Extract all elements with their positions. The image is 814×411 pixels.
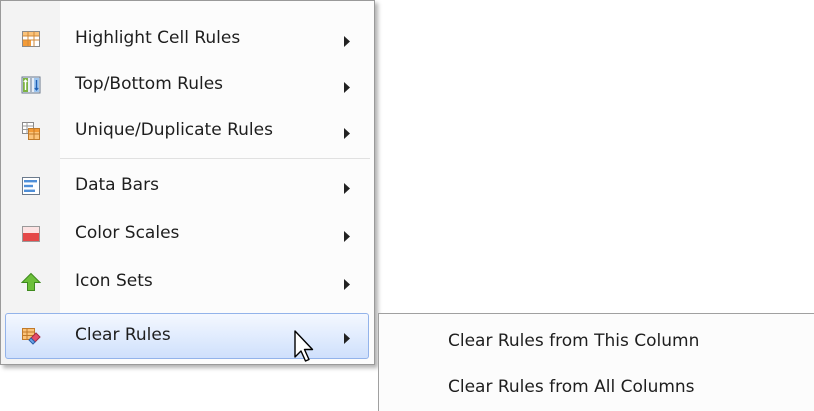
unique-duplicate-icon	[21, 121, 41, 141]
submenu-arrow-icon	[343, 275, 351, 295]
menu-item-label: Top/Bottom Rules	[75, 74, 224, 94]
menu-item-unique-duplicate-rules[interactable]: Unique/Duplicate Rules	[5, 108, 369, 154]
submenu-arrow-icon	[343, 78, 351, 98]
menu-separator	[60, 158, 370, 159]
menu-item-label: Color Scales	[75, 223, 180, 243]
menu-item-label: Data Bars	[75, 175, 159, 195]
clear-rules-submenu: Clear Rules from This Column Clear Rules…	[378, 313, 814, 411]
menu-item-icon-sets[interactable]: Icon Sets	[5, 259, 369, 305]
menu-item-label: Highlight Cell Rules	[75, 28, 241, 48]
submenu-arrow-icon	[343, 179, 351, 199]
icon-sets-icon	[21, 272, 41, 292]
submenu-arrow-icon	[343, 32, 351, 52]
menu-item-label: Clear Rules	[75, 325, 171, 345]
data-bars-icon	[21, 176, 41, 196]
menu-item-color-scales[interactable]: Color Scales	[5, 211, 369, 257]
menu-item-top-bottom-rules[interactable]: Top/Bottom Rules	[5, 62, 369, 108]
submenu-arrow-icon	[343, 124, 351, 144]
submenu-item-label: Clear Rules from All Columns	[448, 377, 695, 397]
top-bottom-icon	[21, 75, 41, 95]
highlight-cells-icon	[21, 29, 41, 49]
submenu-item-clear-all-columns[interactable]: Clear Rules from All Columns	[379, 365, 813, 411]
color-scales-icon	[21, 224, 41, 244]
menu-item-data-bars[interactable]: Data Bars	[5, 163, 369, 209]
menu-item-label: Icon Sets	[75, 271, 153, 291]
submenu-item-label: Clear Rules from This Column	[448, 331, 700, 351]
menu-item-highlight-cell-rules[interactable]: Highlight Cell Rules	[5, 16, 369, 62]
clear-rules-icon	[21, 326, 41, 346]
conditional-formatting-menu: Highlight Cell Rules Top/Bottom Rules Un…	[0, 0, 375, 365]
mouse-pointer-icon	[294, 330, 316, 369]
submenu-item-clear-this-column[interactable]: Clear Rules from This Column	[379, 319, 813, 365]
submenu-arrow-icon	[343, 329, 351, 349]
menu-item-label: Unique/Duplicate Rules	[75, 120, 273, 140]
submenu-arrow-icon	[343, 227, 351, 247]
